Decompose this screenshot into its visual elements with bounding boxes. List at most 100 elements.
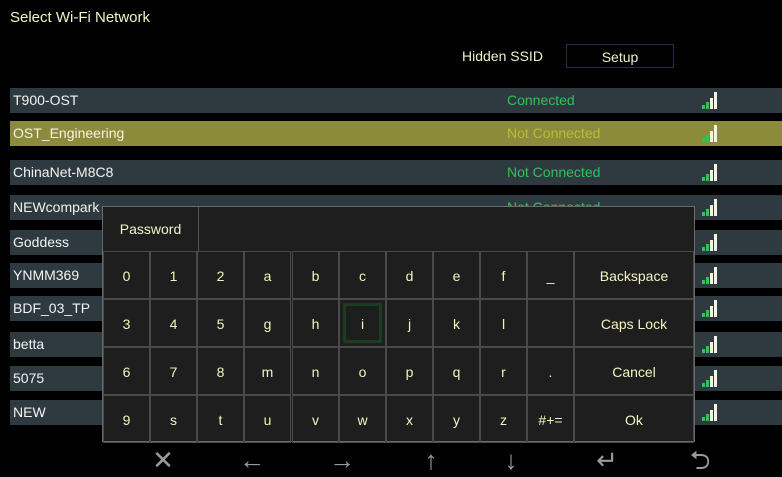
key-ok[interactable]: Ok <box>574 395 694 443</box>
signal-bar <box>702 177 705 181</box>
key[interactable]: _ <box>527 251 574 299</box>
key[interactable]: 4 <box>150 299 197 347</box>
signal-bar <box>702 138 705 142</box>
signal-bar <box>710 306 713 317</box>
password-input[interactable] <box>199 207 694 251</box>
key[interactable]: h <box>292 299 339 347</box>
arrow-down-icon[interactable]: ↓ <box>481 444 541 477</box>
key[interactable]: o <box>339 347 386 395</box>
network-name: T900-OST <box>13 92 79 108</box>
arrow-left-icon[interactable]: ← <box>222 444 282 477</box>
key-cancel[interactable]: Cancel <box>574 347 694 395</box>
key[interactable]: y <box>433 395 480 443</box>
signal-bar <box>702 349 705 353</box>
key[interactable]: 0 <box>103 251 150 299</box>
enter-icon[interactable]: ↵ <box>577 444 637 477</box>
key[interactable]: 6 <box>103 347 150 395</box>
key[interactable]: #+= <box>527 395 574 443</box>
key[interactable]: x <box>386 395 433 443</box>
key[interactable]: 8 <box>197 347 244 395</box>
password-label: Password <box>103 207 199 251</box>
key[interactable]: 1 <box>150 251 197 299</box>
key[interactable]: j <box>386 299 433 347</box>
key[interactable]: r <box>480 347 527 395</box>
signal-bar <box>714 125 717 142</box>
signal-bar <box>706 209 709 216</box>
key[interactable]: b <box>292 251 339 299</box>
signal-bar <box>710 273 713 284</box>
signal-bar <box>710 342 713 353</box>
key[interactable]: g <box>244 299 291 347</box>
key[interactable]: . <box>527 347 574 395</box>
signal-strength-icon <box>702 404 720 421</box>
signal-bar <box>706 102 709 109</box>
hidden-ssid-label: Hidden SSID <box>462 48 543 64</box>
key[interactable]: v <box>292 395 339 443</box>
key[interactable]: t <box>197 395 244 443</box>
key[interactable]: 2 <box>197 251 244 299</box>
key[interactable]: q <box>433 347 480 395</box>
signal-bar <box>702 280 705 284</box>
setup-button[interactable]: Setup <box>566 44 674 68</box>
key[interactable]: f <box>480 251 527 299</box>
key[interactable]: w <box>339 395 386 443</box>
key[interactable]: z <box>480 395 527 443</box>
signal-strength-icon <box>702 92 720 109</box>
key-backspace[interactable]: Backspace <box>574 251 694 299</box>
key[interactable]: a <box>244 251 291 299</box>
signal-strength-icon <box>702 234 720 251</box>
signal-bar <box>706 380 709 387</box>
signal-bar <box>706 310 709 317</box>
signal-bar <box>714 199 717 216</box>
signal-bar <box>714 300 717 317</box>
key[interactable] <box>527 299 574 347</box>
key[interactable]: 3 <box>103 299 150 347</box>
signal-bar <box>714 92 717 109</box>
key[interactable]: c <box>339 251 386 299</box>
signal-strength-icon <box>702 336 720 353</box>
network-name: betta <box>13 336 45 352</box>
key[interactable]: 5 <box>197 299 244 347</box>
signal-bar <box>714 234 717 251</box>
signal-bar <box>714 164 717 181</box>
signal-bar <box>714 336 717 353</box>
signal-bar <box>710 240 713 251</box>
key[interactable]: l <box>480 299 527 347</box>
signal-bar <box>706 277 709 284</box>
network-row[interactable]: T900-OST Connected <box>10 88 782 113</box>
key[interactable]: m <box>244 347 291 395</box>
key[interactable]: 9 <box>103 395 150 443</box>
key[interactable]: u <box>244 395 291 443</box>
network-row[interactable]: ChinaNet-M8C8 Not Connected <box>10 160 782 185</box>
key[interactable]: n <box>292 347 339 395</box>
network-name: NEWcompark <box>13 199 100 215</box>
network-status: Connected <box>507 92 575 108</box>
signal-strength-icon <box>702 300 720 317</box>
key[interactable]: k <box>433 299 480 347</box>
key[interactable]: 7 <box>150 347 197 395</box>
signal-bar <box>710 410 713 421</box>
close-icon[interactable]: ✕ <box>133 444 193 477</box>
key[interactable]: e <box>433 251 480 299</box>
key-caps-lock[interactable]: Caps Lock <box>574 299 694 347</box>
network-status: Not Connected <box>507 125 601 141</box>
signal-bar <box>710 131 713 142</box>
signal-bar <box>706 346 709 353</box>
arrow-up-icon[interactable]: ↑ <box>401 444 461 477</box>
signal-bar <box>706 135 709 142</box>
password-keyboard: Password 0 1 2 a b c d e f _ Backspace 3 4 5 g h i j k l Cap… <box>102 206 695 443</box>
key[interactable]: i <box>339 299 386 347</box>
signal-bar <box>702 212 705 216</box>
signal-bar <box>714 370 717 387</box>
key[interactable]: d <box>386 251 433 299</box>
signal-strength-icon <box>702 370 720 387</box>
arrow-right-icon[interactable]: → <box>312 444 372 477</box>
signal-bar <box>706 414 709 421</box>
key[interactable]: p <box>386 347 433 395</box>
network-name: OST_Engineering <box>13 125 125 141</box>
network-row[interactable]: OST_Engineering Not Connected <box>10 121 782 146</box>
signal-bar <box>702 247 705 251</box>
back-icon[interactable]: ⮌ <box>670 444 730 477</box>
network-name: 5075 <box>13 370 45 386</box>
key[interactable]: s <box>150 395 197 443</box>
